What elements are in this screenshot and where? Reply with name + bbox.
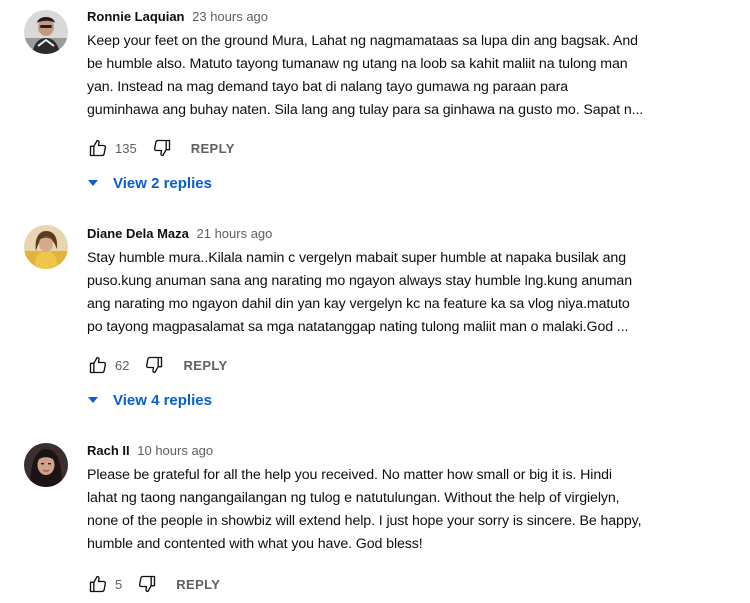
comment-text-line: puso.kung anuman sana ang narating mo ng… — [87, 273, 632, 289]
reply-button[interactable]: REPLY — [191, 141, 235, 156]
timestamp[interactable]: 23 hours ago — [192, 9, 268, 24]
avatar-image — [24, 10, 68, 54]
reply-button[interactable]: REPLY — [183, 358, 227, 373]
like-count: 135 — [115, 140, 137, 156]
like-count: 5 — [115, 576, 123, 592]
comment-text-line: guminhawa ang buhay naten. Sila lang ang… — [87, 102, 644, 118]
avatar[interactable] — [24, 443, 68, 487]
comment-text-line: Stay humble mura..Kilala namin c vergely… — [87, 250, 627, 266]
caret-down-icon — [88, 397, 98, 403]
avatar-image — [24, 225, 68, 269]
comment-text: Please be grateful for all the help you … — [87, 464, 732, 556]
comment-text-line: be humble also. Matuto tayong tumanaw ng… — [87, 56, 628, 72]
comment-actions: 135 REPLY — [87, 136, 235, 160]
thumb-down-icon[interactable] — [151, 137, 173, 159]
comment-text: Stay humble mura..Kilala namin c vergely… — [87, 247, 732, 339]
thumb-up-icon[interactable] — [87, 354, 109, 376]
view-replies-label: View 2 replies — [113, 174, 212, 192]
comment-header: Ronnie Laquian 23 hours ago — [87, 8, 732, 26]
avatar-image — [24, 443, 68, 487]
thumb-down-icon[interactable] — [136, 573, 158, 595]
timestamp[interactable]: 21 hours ago — [197, 226, 273, 241]
comment-text-line: Please be grateful for all the help you … — [87, 467, 612, 483]
comment-text-line: none of the people in showbiz will exten… — [87, 513, 642, 529]
comment-header: Diane Dela Maza 21 hours ago — [87, 225, 732, 243]
caret-down-icon — [88, 180, 98, 186]
comment-actions: 5 REPLY — [87, 572, 220, 596]
avatar[interactable] — [24, 10, 68, 54]
author-name[interactable]: Rach II — [87, 443, 130, 458]
comment-text-line: po tayong magpasalamat sa mga natatangga… — [87, 319, 629, 335]
comment-text-line: ang narating mo ngayon dahil din yan kay… — [87, 296, 630, 312]
timestamp[interactable]: 10 hours ago — [137, 443, 213, 458]
comment-actions: 62 REPLY — [87, 353, 228, 377]
author-name[interactable]: Diane Dela Maza — [87, 226, 189, 241]
comment-text-line: humble and contented with what you have.… — [87, 536, 423, 552]
comment-text-line: Keep your feet on the ground Mura, Lahat… — [87, 33, 638, 49]
comment-text-line: lahat ng taong nangangailangan ng tulog … — [87, 490, 620, 506]
comment-text: Keep your feet on the ground Mura, Lahat… — [87, 30, 732, 122]
thumb-down-icon[interactable] — [143, 354, 165, 376]
view-replies-label: View 4 replies — [113, 391, 212, 409]
author-name[interactable]: Ronnie Laquian — [87, 9, 185, 24]
view-replies-button[interactable]: View 2 replies — [87, 171, 212, 195]
avatar[interactable] — [24, 225, 68, 269]
reply-button[interactable]: REPLY — [176, 577, 220, 592]
comment-header: Rach II 10 hours ago — [87, 442, 732, 460]
like-count: 62 — [115, 357, 130, 373]
thumb-up-icon[interactable] — [87, 573, 109, 595]
view-replies-button[interactable]: View 4 replies — [87, 388, 212, 412]
thumb-up-icon[interactable] — [87, 137, 109, 159]
comment-text-line: yan. Instead na mag demand tayo bat di n… — [87, 79, 569, 95]
